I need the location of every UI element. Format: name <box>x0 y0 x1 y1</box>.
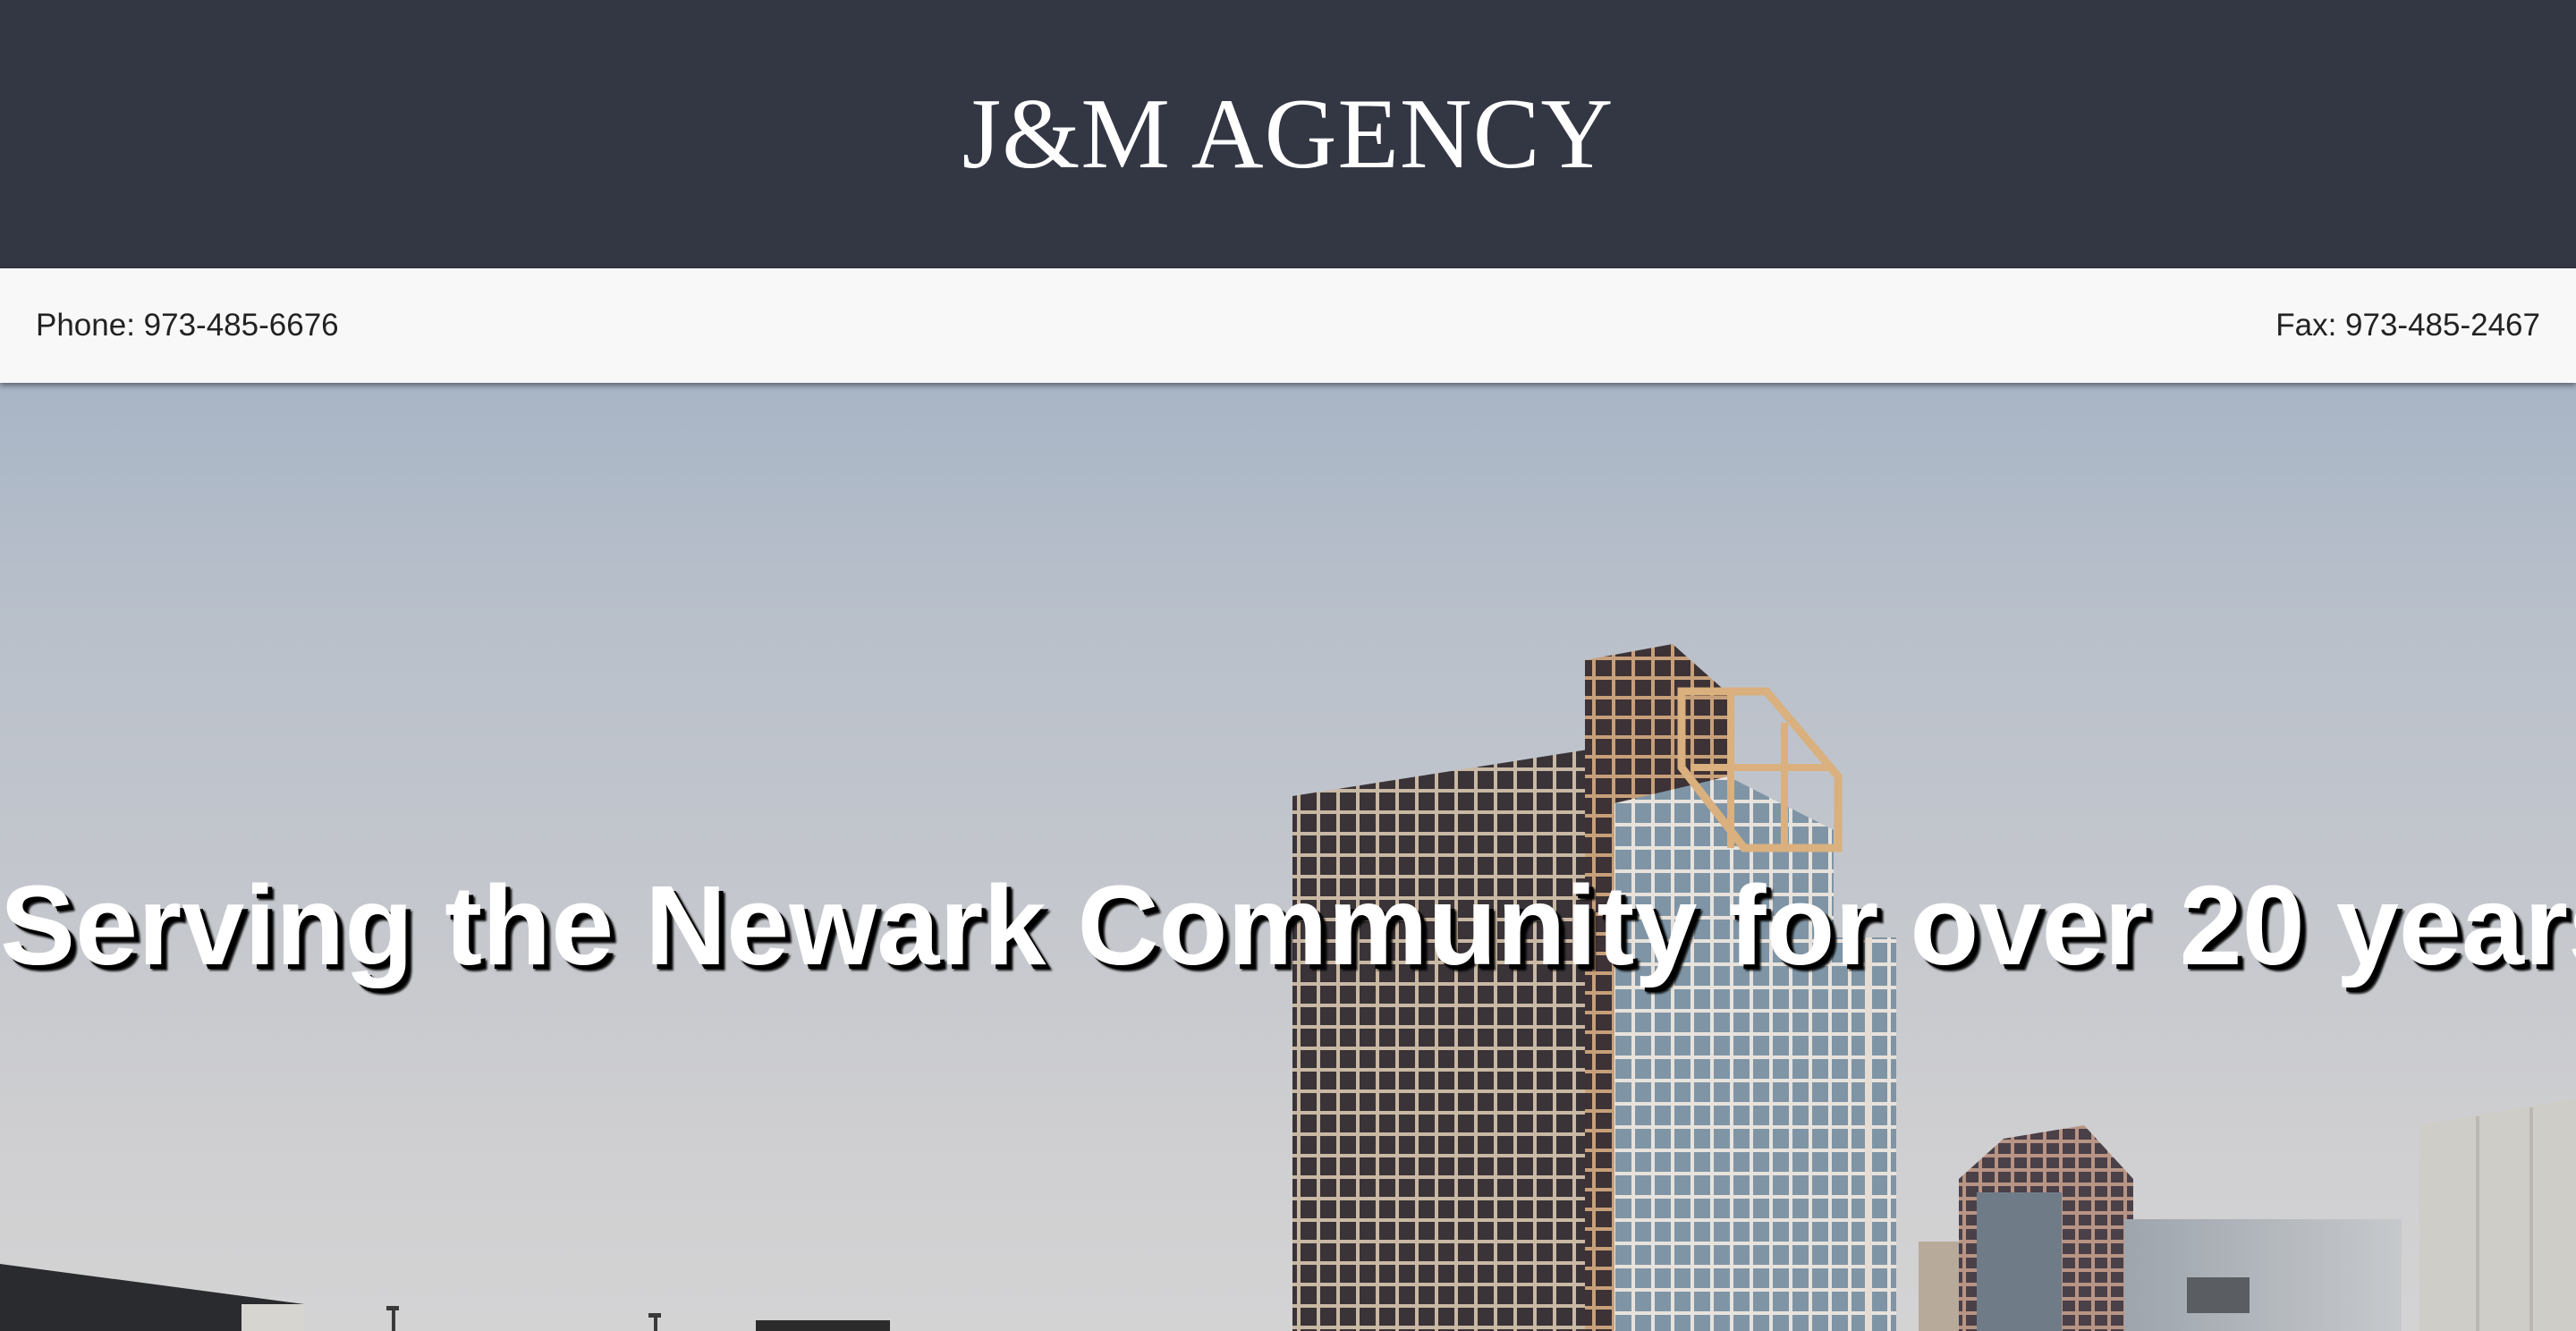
hero-headline: Serving the Newark Community for over 20… <box>0 862 2576 988</box>
hero-banner: Serving the Newark Community for over 20… <box>0 383 2576 1331</box>
fax-number: Fax: 973-485-2467 <box>2275 308 2540 343</box>
contact-bar: Phone: 973-485-6676 Fax: 973-485-2467 <box>0 268 2576 383</box>
hero-skyline-image <box>0 644 2576 1331</box>
phone-number[interactable]: Phone: 973-485-6676 <box>36 308 339 343</box>
site-header: J&M AGENCY <box>0 0 2576 268</box>
brand-title[interactable]: J&M AGENCY <box>962 84 1614 184</box>
